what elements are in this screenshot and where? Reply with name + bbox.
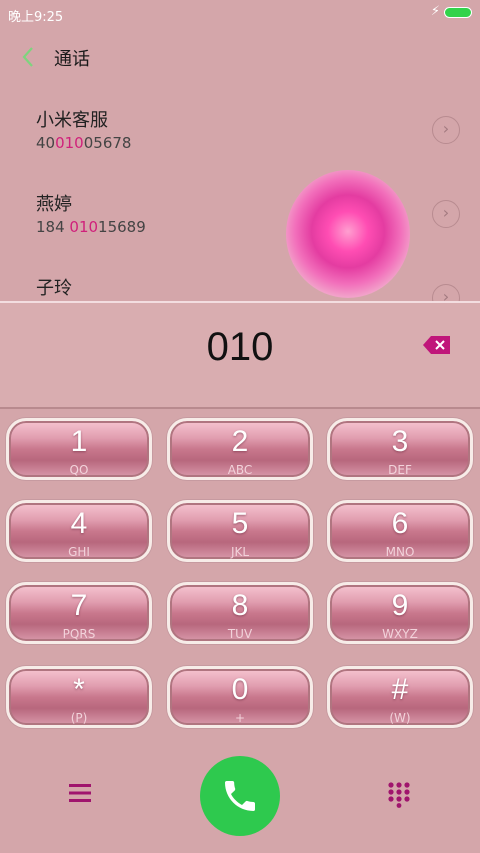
key-9[interactable]: 9 WXYZ xyxy=(327,582,473,644)
key-letters: PQRS xyxy=(62,627,96,641)
key-8[interactable]: 8 TUV xyxy=(167,582,313,644)
key-letters: DEF xyxy=(388,463,412,477)
key-digit: # xyxy=(391,673,409,706)
key-letters: GHI xyxy=(68,545,90,559)
dialed-number: 010 xyxy=(206,325,274,369)
status-bar: 晚上9:25 ⚡ xyxy=(0,0,480,28)
key-letters: TUV xyxy=(227,627,253,641)
key-0[interactable]: 0 + xyxy=(167,666,313,728)
phone-icon xyxy=(225,781,255,811)
header: 通话 xyxy=(0,40,480,76)
key-digit: 0 xyxy=(231,673,249,706)
back-arrow-icon[interactable] xyxy=(18,42,40,72)
key-4[interactable]: 4 GHI xyxy=(6,500,152,562)
key-star[interactable]: * (P) xyxy=(6,666,152,728)
charging-bolt-icon: ⚡ xyxy=(430,4,440,19)
key-5[interactable]: 5 JKL xyxy=(167,500,313,562)
dialpad-icon[interactable] xyxy=(388,782,410,808)
page-title: 通话 xyxy=(54,49,90,70)
contact-detail-chevron-icon[interactable]: › xyxy=(432,116,460,144)
key-digit: 5 xyxy=(231,507,249,540)
key-digit: 7 xyxy=(70,589,88,622)
key-digit: 6 xyxy=(391,507,409,540)
status-time: 晚上9:25 xyxy=(8,10,64,25)
call-button[interactable] xyxy=(200,756,280,836)
menu-icon[interactable] xyxy=(69,784,91,802)
key-digit: 9 xyxy=(391,589,409,622)
key-7[interactable]: 7 PQRS xyxy=(6,582,152,644)
contact-number: 4001005678 xyxy=(36,134,132,152)
flower-decoration xyxy=(286,170,410,298)
key-letters: (W) xyxy=(389,711,411,725)
dialed-number-area: 010 xyxy=(0,303,480,407)
key-digit: 3 xyxy=(391,425,409,458)
key-letters: JKL xyxy=(230,545,250,559)
key-digit: 2 xyxy=(231,425,249,458)
contact-detail-chevron-icon[interactable]: › xyxy=(432,200,460,228)
contact-list: 小米客服 4001005678 › 燕婷 184 01015689 › 子玲 › xyxy=(0,96,480,302)
key-letters: WXYZ xyxy=(382,627,418,641)
backspace-icon[interactable] xyxy=(422,335,452,355)
key-6[interactable]: 6 MNO xyxy=(327,500,473,562)
contact-name: 燕婷 xyxy=(36,194,72,215)
contact-item[interactable]: 子玲 › xyxy=(0,264,480,302)
key-letters: ABC xyxy=(227,463,253,477)
key-hash[interactable]: # (W) xyxy=(327,666,473,728)
contact-name: 小米客服 xyxy=(36,110,108,131)
contact-name: 子玲 xyxy=(36,278,72,299)
key-letters: MNO xyxy=(385,545,415,559)
battery-icon xyxy=(444,7,472,18)
contact-detail-chevron-icon[interactable]: › xyxy=(432,284,460,302)
bottom-bar xyxy=(0,752,480,838)
divider xyxy=(0,407,480,409)
key-digit: 4 xyxy=(70,507,88,540)
contact-item[interactable]: 小米客服 4001005678 › xyxy=(0,96,480,180)
key-1[interactable]: 1 QO xyxy=(6,418,152,480)
key-digit: * xyxy=(73,673,85,706)
key-letters: (P) xyxy=(70,711,88,725)
key-letters: QO xyxy=(69,463,89,477)
key-digit: 1 xyxy=(70,425,88,458)
key-digit: 8 xyxy=(231,589,249,622)
contact-number: 184 01015689 xyxy=(36,218,146,236)
key-3[interactable]: 3 DEF xyxy=(327,418,473,480)
key-letters: + xyxy=(234,711,246,725)
key-2[interactable]: 2 ABC xyxy=(167,418,313,480)
